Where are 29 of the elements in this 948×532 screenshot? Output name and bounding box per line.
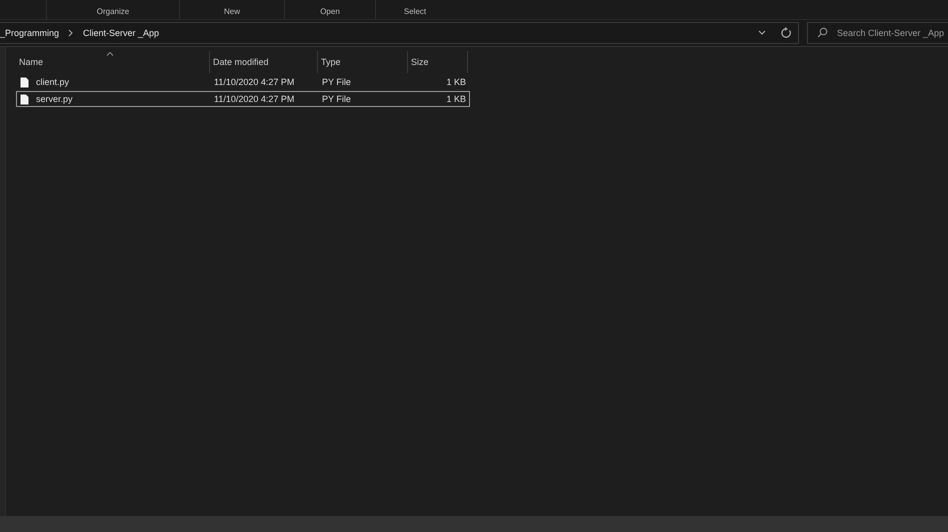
ribbon-group-label: New — [179, 0, 284, 19]
date-modified: 11/10/2020 4:27 PM — [214, 77, 294, 87]
dropdown-icon[interactable] — [757, 29, 767, 37]
file-name: server.py — [36, 94, 73, 104]
file-icon — [20, 94, 29, 104]
file-size: 1 KB — [446, 94, 466, 104]
column-header[interactable]: Date modified — [210, 51, 318, 73]
file-row[interactable]: client.py 11/10/2020 4:27 PM PY File 1 KB — [16, 74, 470, 90]
breadcrumb[interactable]: _Programming — [0, 28, 60, 38]
column-header[interactable]: Size — [408, 51, 468, 73]
ribbon-group-label: Open — [284, 0, 375, 19]
column-header[interactable]: Type — [318, 51, 408, 73]
date-modified: 11/10/2020 4:27 PM — [214, 94, 294, 104]
address-bar[interactable]: _Programming Client-Server _App — [0, 22, 799, 44]
column-header[interactable]: Name — [16, 51, 210, 73]
refresh-icon[interactable] — [780, 27, 792, 39]
ribbon-group-label: Select — [375, 0, 454, 19]
chevron-icon — [68, 29, 74, 37]
search-icon — [817, 27, 828, 38]
search-field[interactable]: Search Client-Server _App — [807, 22, 948, 44]
file-name: client.py — [36, 77, 70, 87]
file-icon — [20, 76, 29, 88]
sort-caret-icon — [106, 52, 114, 56]
file-row[interactable]: server.py 11/10/2020 4:27 PM PY File 1 KB — [16, 91, 470, 107]
breadcrumb[interactable]: Client-Server _App — [83, 28, 160, 38]
ribbon-group-label: Organize — [46, 0, 179, 19]
file-type: PY File — [322, 94, 351, 104]
file-size: 1 KB — [446, 77, 466, 87]
file-type: PY File — [322, 77, 351, 87]
